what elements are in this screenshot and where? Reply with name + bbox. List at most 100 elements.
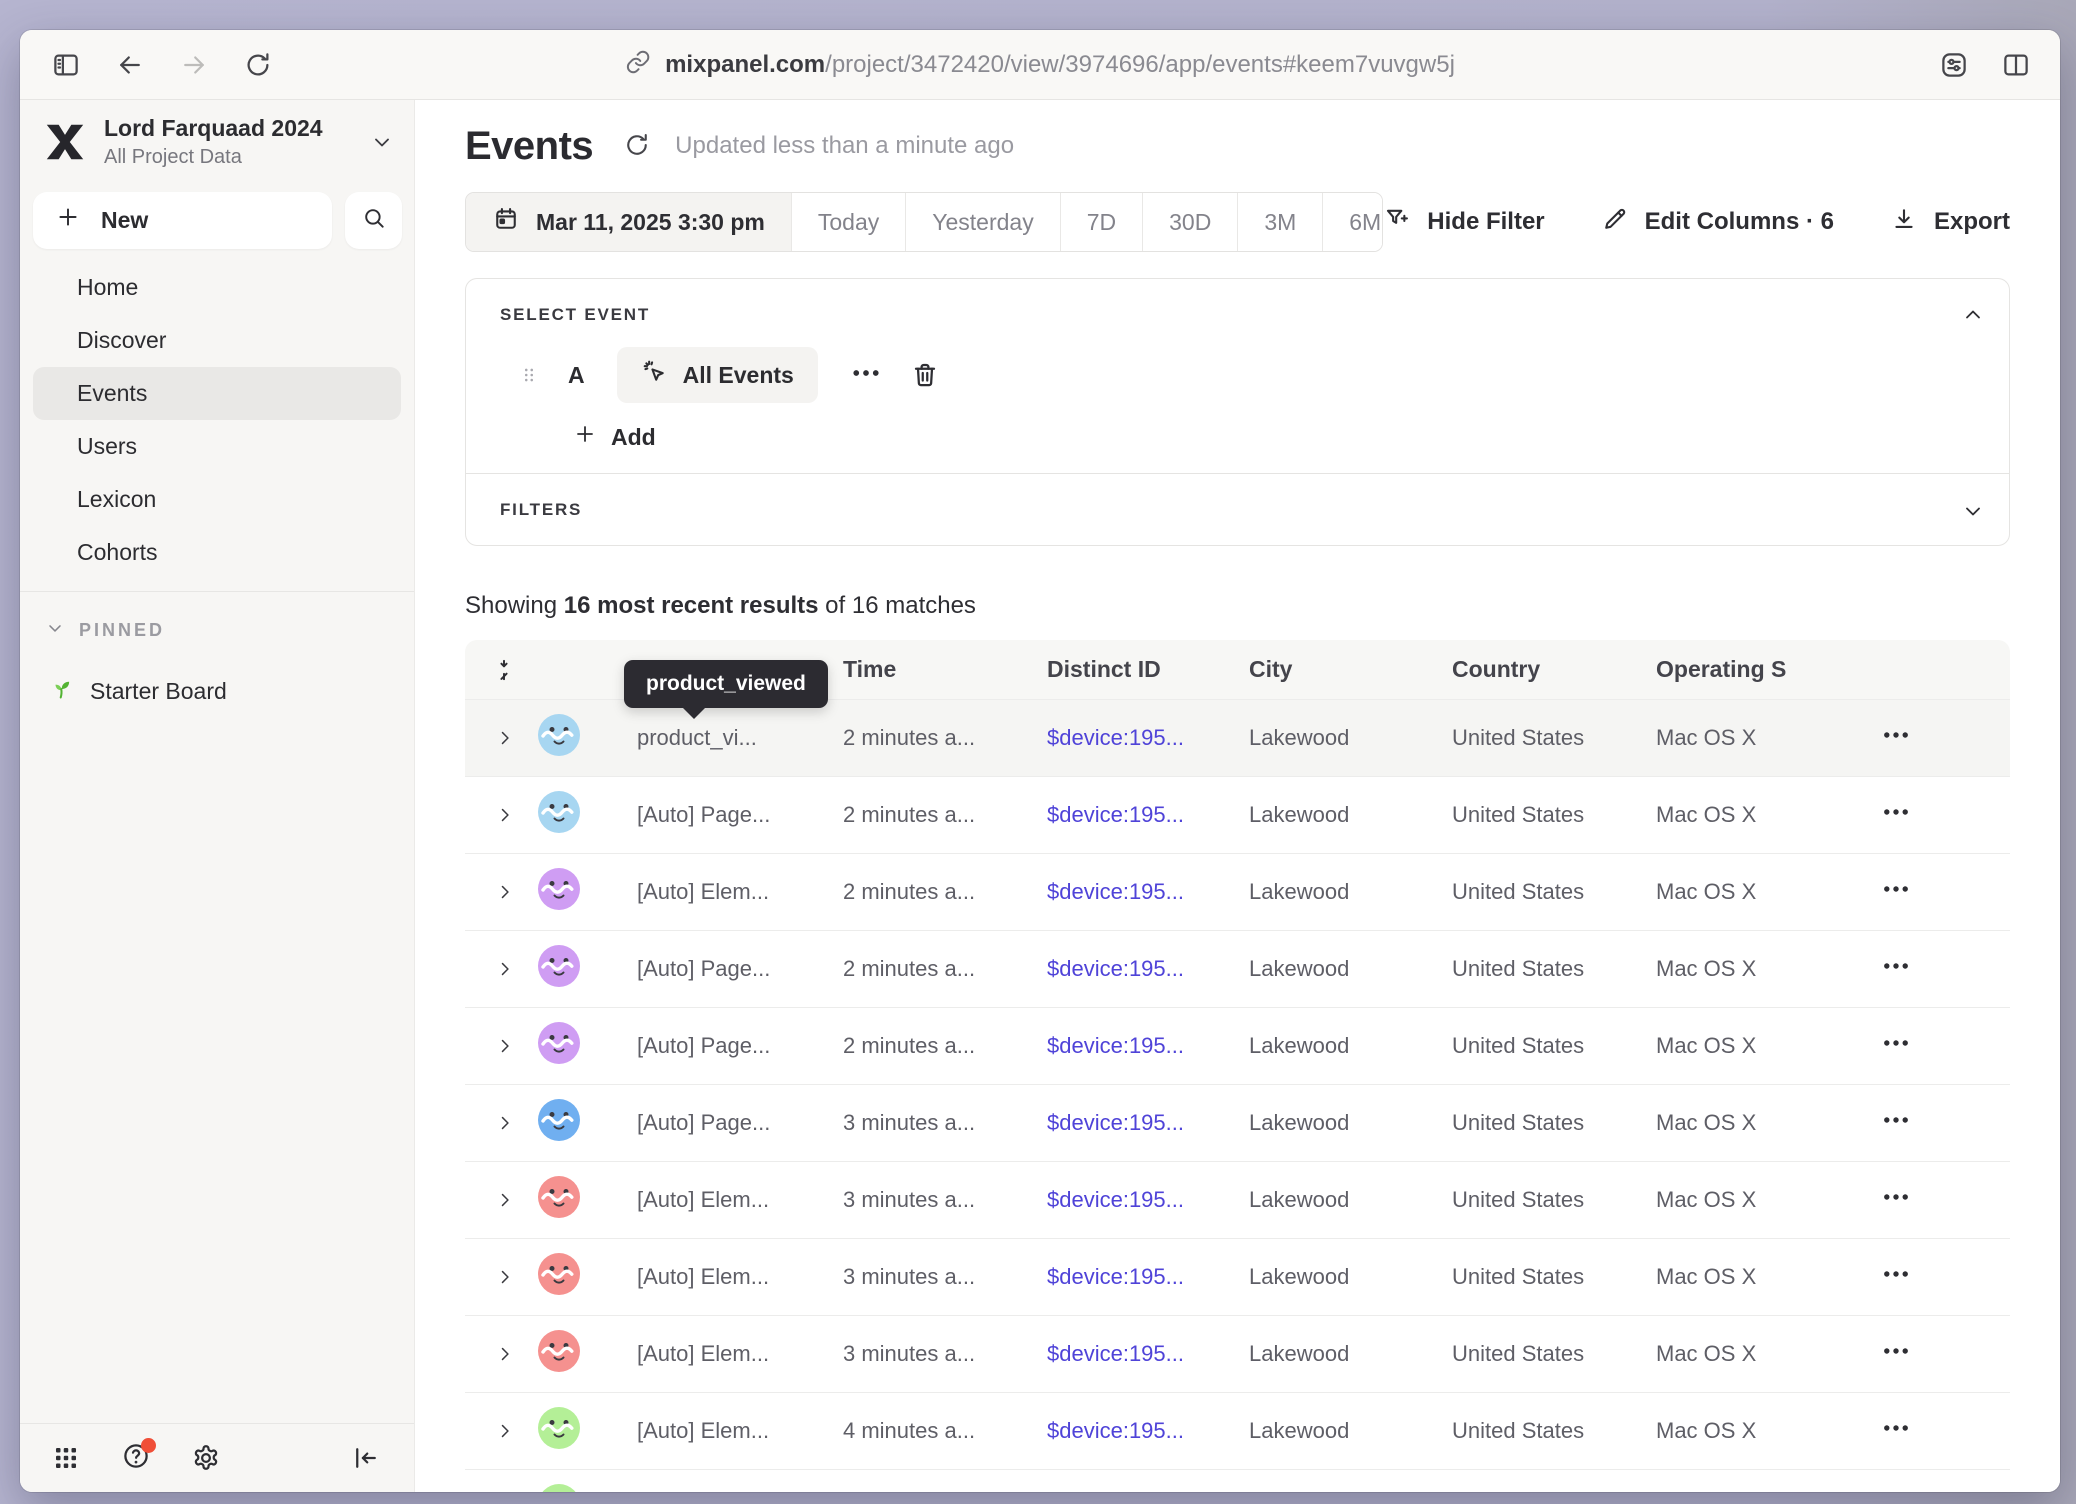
address-bar[interactable]: mixpanel.com/project/3472420/view/397469… (625, 30, 1455, 100)
cell-os: Mac OS X (1656, 1187, 1879, 1213)
column-header-country[interactable]: Country (1452, 656, 1656, 683)
expand-row-icon[interactable] (495, 1421, 515, 1441)
table-row[interactable]: [Auto] Page...2 minutes a...$device:195.… (465, 931, 2010, 1008)
trash-icon[interactable] (910, 360, 940, 390)
date-preset-3m[interactable]: 3M (1238, 193, 1323, 251)
cell-distinct-id[interactable]: $device:195... (1047, 725, 1249, 751)
drag-handle-icon[interactable] (518, 360, 540, 390)
column-header-distinct-id[interactable]: Distinct ID (1047, 656, 1249, 683)
edit-columns-button[interactable]: Edit Columns · 6 (1601, 205, 1834, 240)
date-preset-6m[interactable]: 6M (1323, 193, 1383, 251)
cell-distinct-id[interactable]: $device:195... (1047, 956, 1249, 982)
table-row[interactable]: [Auto] Page...2 minutes a...$device:195.… (465, 1008, 2010, 1085)
sidebar-item-lexicon[interactable]: Lexicon (33, 473, 401, 526)
row-menu-button[interactable] (1879, 1103, 1913, 1143)
date-preset-30d[interactable]: 30D (1143, 193, 1238, 251)
cell-os: Mac OS X (1656, 879, 1879, 905)
plus-icon (573, 422, 597, 452)
add-event-button[interactable]: Add (573, 422, 656, 452)
customize-toolbar-icon[interactable] (1938, 49, 1970, 81)
event-selector-chip[interactable]: All Events (617, 347, 818, 403)
table-row[interactable]: [Auto] Page...2 minutes a...$device:195.… (465, 777, 2010, 854)
date-preset-today[interactable]: Today (792, 193, 906, 251)
sidebar-item-home[interactable]: Home (33, 261, 401, 314)
row-menu-button[interactable] (1879, 1026, 1913, 1066)
split-view-icon[interactable] (2000, 49, 2032, 81)
sidebar-item-discover[interactable]: Discover (33, 314, 401, 367)
row-menu-button[interactable] (1879, 1257, 1913, 1297)
row-menu-button[interactable] (1879, 1334, 1913, 1374)
expand-row-icon[interactable] (495, 728, 515, 748)
sidebar-item-cohorts[interactable]: Cohorts (33, 526, 401, 579)
table-row[interactable]: [Auto] Elem...4 minutes a...$device:195.… (465, 1470, 2010, 1492)
column-header-city[interactable]: City (1249, 656, 1452, 683)
cell-distinct-id[interactable]: $device:195... (1047, 1418, 1249, 1444)
cell-time: 2 minutes a... (843, 956, 1047, 982)
date-preset-7d[interactable]: 7D (1061, 193, 1143, 251)
date-preset-yesterday[interactable]: Yesterday (906, 193, 1060, 251)
back-icon[interactable] (114, 49, 146, 81)
expand-row-icon[interactable] (495, 882, 515, 902)
row-menu-button[interactable] (1879, 949, 1913, 989)
event-more-icon[interactable] (848, 355, 884, 396)
workspace-switcher[interactable]: Lord Farquaad 2024 All Project Data (20, 100, 414, 170)
pinned-section-header[interactable]: PINNED (20, 592, 414, 643)
sidebar-item-events[interactable]: Events (33, 367, 401, 420)
sidebar-item-starter-board[interactable]: Starter Board (20, 643, 414, 708)
sidebar-item-users[interactable]: Users (33, 420, 401, 473)
expand-row-icon[interactable] (495, 1190, 515, 1210)
expand-row-icon[interactable] (495, 805, 515, 825)
expand-row-icon[interactable] (495, 1267, 515, 1287)
events-table: product_viewed TimeDistinct IDCityCountr… (465, 640, 2010, 1492)
cell-distinct-id[interactable]: $device:195... (1047, 802, 1249, 828)
row-menu-button[interactable] (1879, 1411, 1913, 1451)
cell-event-name: [Auto] Page... (637, 956, 843, 982)
cell-distinct-id[interactable]: $device:195... (1047, 879, 1249, 905)
row-menu-button[interactable] (1879, 795, 1913, 835)
cell-city: Lakewood (1249, 725, 1452, 751)
row-menu-button[interactable] (1879, 872, 1913, 912)
reload-icon[interactable] (242, 49, 274, 81)
cell-distinct-id[interactable]: $device:195... (1047, 1187, 1249, 1213)
table-row[interactable]: [Auto] Elem...4 minutes a...$device:195.… (465, 1393, 2010, 1470)
cell-distinct-id[interactable]: $device:195... (1047, 1033, 1249, 1059)
sidebar-item-label: Events (77, 380, 147, 407)
column-header-operating-s[interactable]: Operating S (1656, 656, 1879, 683)
forward-icon[interactable] (178, 49, 210, 81)
cell-distinct-id[interactable]: $device:195... (1047, 1264, 1249, 1290)
cell-distinct-id[interactable]: $device:195... (1047, 1341, 1249, 1367)
row-menu-button[interactable] (1879, 1488, 1913, 1492)
chevron-up-icon[interactable] (1961, 303, 1985, 327)
refresh-icon[interactable] (623, 131, 653, 161)
expand-row-icon[interactable] (495, 1036, 515, 1056)
table-row[interactable]: [Auto] Elem...3 minutes a...$device:195.… (465, 1162, 2010, 1239)
row-menu-button[interactable] (1879, 718, 1913, 758)
workspace-name: Lord Farquaad 2024 (104, 114, 323, 143)
apps-grid-icon[interactable] (50, 1442, 82, 1474)
table-row[interactable]: [Auto] Elem...3 minutes a...$device:195.… (465, 1239, 2010, 1316)
table-row[interactable]: [Auto] Elem...3 minutes a...$device:195.… (465, 1316, 2010, 1393)
cell-distinct-id[interactable]: $device:195... (1047, 1110, 1249, 1136)
avatar (537, 1329, 637, 1379)
chevron-down-icon[interactable] (1961, 499, 1985, 523)
select-event-header: SELECT EVENT (500, 305, 650, 325)
collapse-sidebar-icon[interactable] (350, 1442, 382, 1474)
sidebar-toggle-icon[interactable] (50, 49, 82, 81)
expand-row-icon[interactable] (495, 1344, 515, 1364)
row-menu-button[interactable] (1879, 1180, 1913, 1220)
new-button[interactable]: New (33, 192, 332, 249)
search-button[interactable] (345, 192, 402, 249)
column-header-time[interactable]: Time (843, 656, 1047, 683)
table-row[interactable]: [Auto] Page...3 minutes a...$device:195.… (465, 1085, 2010, 1162)
expand-row-icon[interactable] (495, 1113, 515, 1133)
date-range-current[interactable]: Mar 11, 2025 3:30 pm (466, 193, 792, 251)
settings-gear-icon[interactable] (190, 1442, 222, 1474)
fold-rows-icon[interactable] (491, 655, 517, 685)
table-row[interactable]: [Auto] Elem...2 minutes a...$device:195.… (465, 854, 2010, 931)
search-icon (361, 205, 387, 236)
avatar (537, 1021, 637, 1071)
help-icon[interactable] (120, 1442, 152, 1474)
export-button[interactable]: Export (1890, 205, 2010, 240)
hide-filter-button[interactable]: Hide Filter (1383, 205, 1544, 240)
expand-row-icon[interactable] (495, 959, 515, 979)
